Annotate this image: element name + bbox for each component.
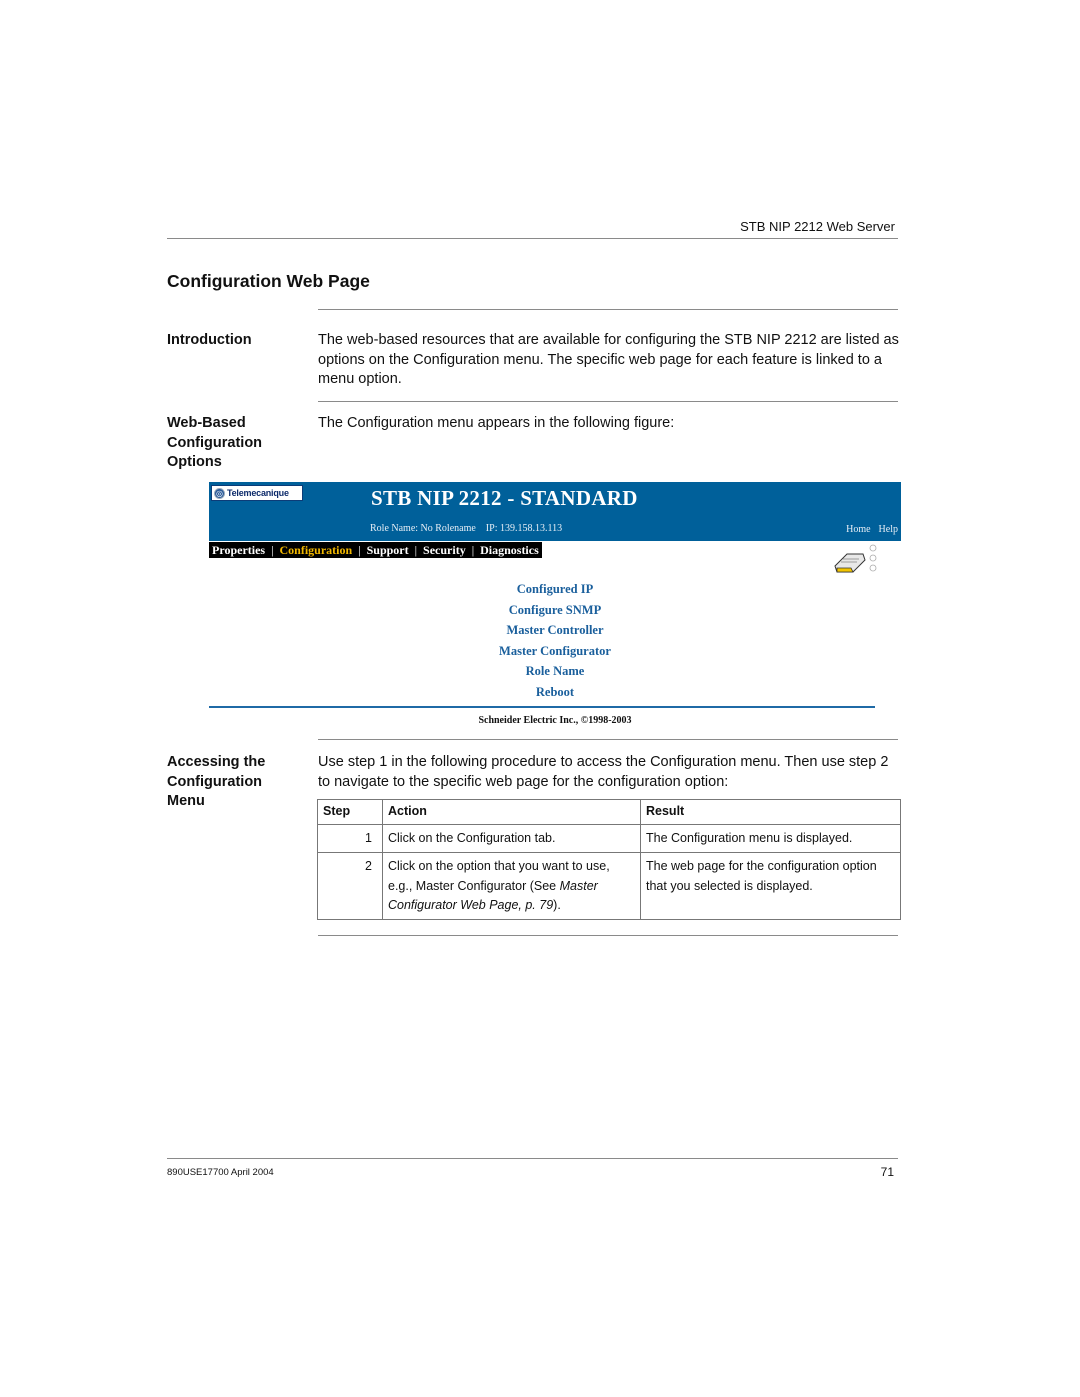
- header-step: Step: [317, 799, 383, 825]
- section-end-rule: [318, 935, 898, 936]
- help-link[interactable]: Help: [879, 524, 898, 535]
- tab-support[interactable]: Support: [367, 543, 409, 558]
- menu-item-role-name[interactable]: Role Name: [526, 661, 585, 682]
- tab-properties[interactable]: Properties: [212, 543, 265, 558]
- header-result: Result: [640, 799, 901, 825]
- configuration-menu-figure: ◎ Telemecanique STB NIP 2212 - STANDARD …: [209, 482, 901, 732]
- logo-text: Telemecanique: [227, 488, 289, 498]
- web-based-text: The Configuration menu appears in the fo…: [318, 415, 675, 431]
- status-led: [869, 544, 877, 552]
- section-rule: [318, 401, 898, 402]
- menu-item-master-configurator[interactable]: Master Configurator: [499, 641, 611, 662]
- table-header-row: Step Action Result: [317, 799, 901, 825]
- footer-rule: [167, 1158, 898, 1159]
- status-led: [869, 554, 877, 562]
- figure-divider: [209, 706, 875, 708]
- step-action: Click on the Configuration tab.: [382, 823, 641, 853]
- figure-banner: ◎ Telemecanique STB NIP 2212 - STANDARD …: [209, 482, 901, 541]
- header-action: Action: [382, 799, 641, 825]
- configuration-menu: Configured IP Configure SNMP Master Cont…: [209, 579, 901, 702]
- figure-copyright: Schneider Electric Inc., ©1998-2003: [478, 715, 632, 726]
- table-row: 2 Click on the option that you want to u…: [317, 852, 901, 920]
- menu-item-configure-snmp[interactable]: Configure SNMP: [509, 600, 601, 621]
- tab-diagnostics[interactable]: Diagnostics: [480, 543, 539, 558]
- introduction-text: The web-based resources that are availab…: [318, 332, 899, 387]
- home-link[interactable]: Home: [846, 524, 870, 535]
- tab-separator: |: [471, 542, 475, 557]
- telemecanique-logo[interactable]: ◎ Telemecanique: [211, 485, 303, 501]
- menu-item-master-controller[interactable]: Master Controller: [506, 620, 603, 641]
- procedure-table: Step Action Result 1 Click on the Config…: [317, 799, 901, 920]
- tab-separator: |: [358, 542, 361, 557]
- network-module-icon: [834, 544, 877, 573]
- document-id: 890USE17700 April 2004: [167, 1167, 274, 1178]
- web-based-heading: Web-Based Configuration Options: [167, 415, 263, 470]
- tab-security[interactable]: Security: [423, 543, 466, 558]
- introduction-heading: Introduction: [167, 332, 252, 348]
- step-number: 2: [317, 852, 383, 920]
- accessing-heading: Accessing the Configuration Menu: [167, 754, 266, 809]
- running-header: STB NIP 2212 Web Server: [740, 219, 895, 234]
- step-result: The web page for the configuration optio…: [640, 852, 901, 920]
- tab-separator: |: [414, 542, 418, 557]
- action-text-suffix: ).: [553, 898, 561, 912]
- tab-separator: |: [271, 542, 274, 557]
- page-title: Configuration Web Page: [167, 271, 370, 291]
- section-rule: [318, 309, 898, 310]
- menu-item-configured-ip[interactable]: Configured IP: [517, 579, 594, 600]
- figure-top-links: Home Help: [846, 524, 898, 535]
- figure-tab-bar: Properties | Configuration | Support | S…: [209, 542, 542, 558]
- section-rule: [318, 739, 898, 740]
- step-result: The Configuration menu is displayed.: [640, 823, 901, 853]
- accessing-text: Use step 1 in the following procedure to…: [318, 754, 889, 790]
- step-action: Click on the option that you want to use…: [382, 852, 641, 920]
- step-number: 1: [317, 823, 383, 853]
- role-ip-line: Role Name: No Rolename IP: 139.158.13.11…: [370, 523, 563, 534]
- globe-icon: ◎: [214, 487, 225, 499]
- menu-item-reboot[interactable]: Reboot: [536, 682, 574, 703]
- tab-configuration[interactable]: Configuration: [280, 543, 353, 558]
- figure-title: STB NIP 2212 - STANDARD: [371, 486, 638, 510]
- table-row: 1 Click on the Configuration tab. The Co…: [317, 823, 901, 853]
- device-body: [834, 553, 866, 573]
- header-rule: [167, 238, 898, 239]
- status-led: [869, 564, 877, 572]
- page-number: 71: [880, 1165, 894, 1179]
